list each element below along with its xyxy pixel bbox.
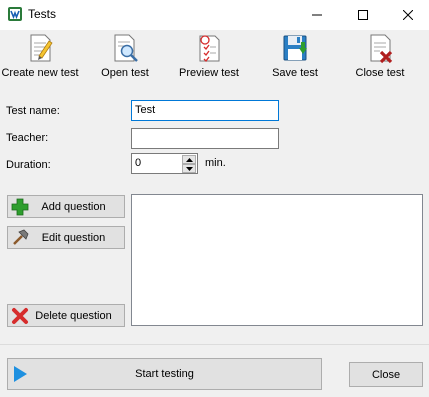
create-new-test-label: Create new test	[1, 67, 79, 79]
close-document-icon	[370, 34, 393, 64]
start-testing-label: Start testing	[135, 368, 194, 380]
edit-question-button[interactable]: Edit question	[7, 226, 125, 249]
maximize-button[interactable]	[340, 0, 385, 30]
hammer-icon	[13, 229, 29, 245]
new-document-icon	[30, 34, 53, 62]
teacher-input[interactable]	[131, 128, 279, 149]
maximize-icon	[357, 10, 368, 20]
spin-down-button[interactable]	[182, 164, 196, 173]
close-window-button[interactable]	[385, 0, 429, 30]
window-title: Tests	[28, 7, 57, 21]
test-name-label: Test name:	[6, 105, 60, 117]
duration-unit-label: min.	[205, 157, 226, 169]
title-bar: Tests	[0, 0, 429, 30]
arrow-down-icon	[185, 166, 193, 171]
close-button[interactable]: Close	[349, 362, 423, 387]
preview-test-label: Preview test	[179, 67, 239, 79]
open-test-button[interactable]: Open test	[97, 30, 153, 84]
minimize-button[interactable]	[294, 0, 339, 30]
preview-checklist-icon	[199, 35, 220, 62]
open-search-icon	[114, 34, 138, 62]
delete-question-button[interactable]: Delete question	[7, 304, 125, 327]
delete-question-label: Delete question	[35, 309, 112, 322]
play-arrow-icon	[14, 366, 27, 382]
separator	[0, 344, 429, 345]
save-floppy-icon	[283, 35, 307, 61]
add-question-label: Add question	[41, 200, 106, 213]
teacher-label: Teacher:	[6, 132, 49, 144]
open-test-label: Open test	[101, 67, 149, 79]
save-test-button[interactable]: Save test	[267, 30, 323, 84]
plus-icon	[11, 198, 29, 215]
test-app-icon	[8, 7, 22, 21]
toolbar: Create new test Open test Preview test S…	[0, 30, 429, 84]
duration-value[interactable]: 0	[135, 157, 141, 169]
minimize-icon	[311, 14, 322, 16]
edit-question-label: Edit question	[41, 231, 106, 244]
create-new-test-button[interactable]: Create new test	[0, 30, 80, 84]
question-list[interactable]	[131, 194, 423, 326]
test-name-input[interactable]: Test	[131, 100, 279, 121]
add-question-button[interactable]: Add question	[7, 195, 125, 218]
close-test-label: Close test	[355, 67, 405, 79]
close-icon	[402, 10, 413, 20]
start-testing-button[interactable]: Start testing	[7, 358, 322, 390]
save-test-label: Save test	[272, 67, 318, 79]
duration-label: Duration:	[6, 159, 51, 171]
delete-x-icon	[12, 307, 28, 324]
duration-spinbox[interactable]: 0	[131, 153, 198, 174]
spin-up-button[interactable]	[182, 155, 196, 164]
close-test-button[interactable]: Close test	[352, 30, 408, 84]
arrow-up-icon	[185, 157, 193, 162]
preview-test-button[interactable]: Preview test	[176, 30, 242, 84]
